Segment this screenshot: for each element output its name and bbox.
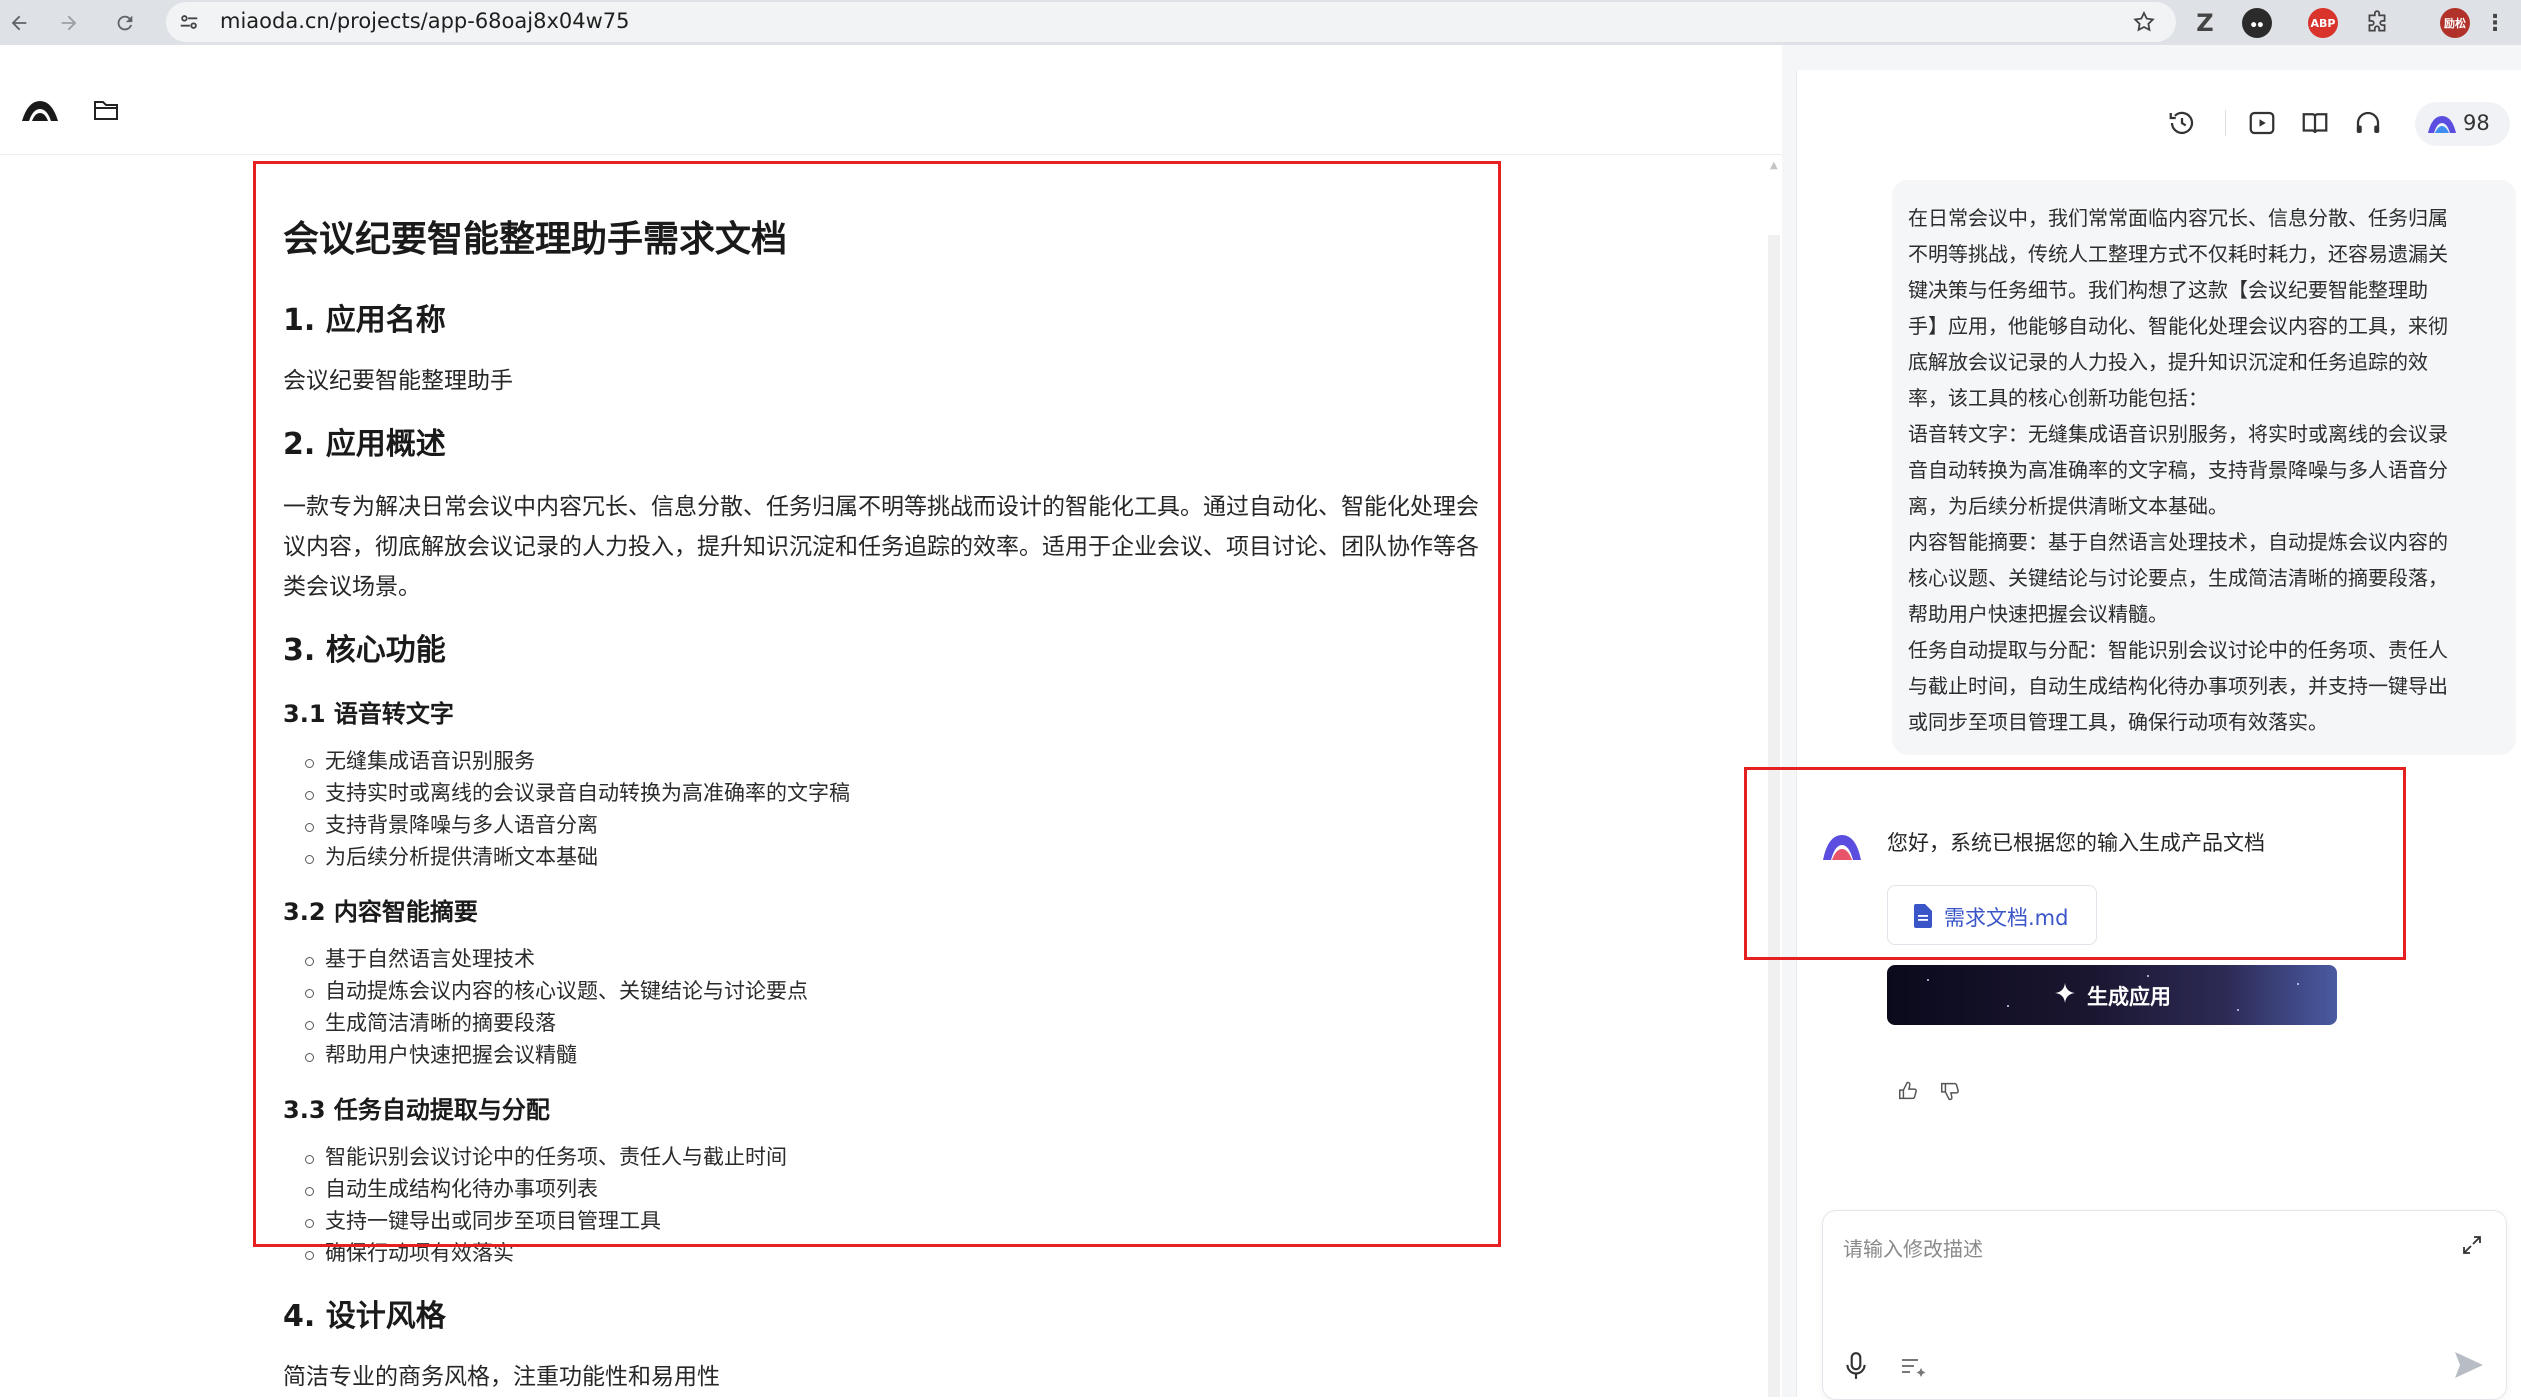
incognito-extension-icon[interactable]	[2242, 8, 2272, 38]
list-item: 智能识别会议讨论中的任务项、责任人与截止时间	[283, 1141, 1493, 1173]
app-name-text: 会议纪要智能整理助手	[283, 368, 513, 394]
url-text: miaoda.cn/projects/app-68oaj8x04w75	[220, 9, 630, 33]
user-message-line: 音自动转换为高准确率的文字稿，支持背景降噪与多人语音分	[1908, 458, 2448, 482]
list-item: 自动生成结构化待办事项列表	[283, 1173, 1493, 1205]
user-message-line: 离，为后续分析提供清晰文本基础。	[1908, 494, 2228, 518]
decorative-star	[2237, 1009, 2239, 1011]
section-heading-core-features: 3. 核心功能	[283, 633, 446, 668]
thumbs-up-icon[interactable]	[1897, 1080, 1919, 1102]
back-button[interactable]	[2, 6, 36, 40]
headset-support-icon[interactable]	[2353, 108, 2383, 138]
arrow-left-icon	[11, 15, 27, 31]
user-message-line: 任务自动提取与分配：智能识别会议讨论中的任务项、责任人	[1908, 638, 2448, 662]
thumbs-down-icon[interactable]	[1939, 1080, 1961, 1102]
adblock-extension-icon[interactable]: ABP	[2308, 8, 2338, 38]
folder-icon[interactable]	[92, 97, 120, 123]
user-message-line: 或同步至项目管理工具，确保行动项有效落实。	[1908, 710, 2328, 734]
assistant-avatar-icon	[1823, 835, 1861, 860]
user-message-line: 核心议题、关键结论与讨论要点，生成简洁清晰的摘要段落，	[1908, 566, 2448, 590]
book-icon[interactable]	[2300, 108, 2330, 138]
extensions-puzzle-icon[interactable]	[2362, 8, 2392, 38]
expand-icon[interactable]	[2460, 1233, 2484, 1257]
design-style-text: 简洁专业的商务风格，注重功能性和易用性	[283, 1364, 720, 1390]
list-item: 支持实时或离线的会议录音自动转换为高准确率的文字稿	[283, 777, 1493, 809]
forward-button[interactable]	[52, 6, 86, 40]
user-message-line: 手】应用，他能够自动化、智能化处理会议内容的工具，来彻	[1908, 314, 2448, 338]
chat-input-box[interactable]: 请输入修改描述	[1822, 1210, 2507, 1400]
credits-count: 98	[2463, 111, 2490, 135]
assistant-message: 您好，系统已根据您的输入生成产品文档	[1887, 831, 2265, 855]
zotero-extension-icon[interactable]: Z	[2190, 8, 2220, 38]
reload-button[interactable]	[108, 6, 142, 40]
toolbar-divider	[2225, 110, 2226, 136]
microphone-icon[interactable]	[1843, 1351, 1869, 1381]
document-scrollbar[interactable]	[1768, 235, 1780, 1397]
overview-text: 一款专为解决日常会议中内容冗长、信息分散、任务归属不明等挑战而设计的智能化工具。…	[283, 494, 1479, 600]
scroll-up-arrow-icon[interactable]: ▲	[1770, 160, 1778, 171]
sparkle-icon	[2055, 983, 2075, 1003]
decorative-star	[2147, 975, 2149, 977]
user-message-line: 与截止时间，自动生成结构化待办事项列表，并支持一键导出	[1908, 674, 2448, 698]
miaoda-logo-icon[interactable]	[20, 97, 60, 123]
reload-icon	[117, 15, 133, 31]
requirements-file-chip[interactable]: 需求文档.md	[1887, 885, 2097, 945]
decorative-star	[1927, 979, 1929, 981]
app-container: ▲ 会议纪要智能整理助手需求文档 1. 应用名称 会议纪要智能整理助手 2. 应…	[0, 45, 2521, 1400]
subsection-heading-task-extraction: 3.3 任务自动提取与分配	[283, 1096, 550, 1124]
miaoda-credit-icon	[2428, 116, 2456, 133]
user-message-bubble: 在日常会议中，我们常常面临内容冗长、信息分散、任务归属 不明等挑战，传统人工整理…	[1892, 180, 2516, 755]
chat-pane: 98 在日常会议中，我们常常面临内容冗长、信息分散、任务归属 不明等挑战，传统人…	[1796, 70, 2521, 1400]
user-message-line: 底解放会议记录的人力投入，提升知识沉淀和任务追踪的效	[1908, 350, 2428, 374]
smart-summary-list: 基于自然语言处理技术 自动提炼会议内容的核心议题、关键结论与讨论要点 生成简洁清…	[283, 943, 1493, 1071]
list-item: 为后续分析提供清晰文本基础	[283, 841, 1493, 873]
subsection-heading-speech-to-text: 3.1 语音转文字	[283, 700, 454, 728]
file-name: 需求文档.md	[1944, 906, 2069, 930]
site-settings-icon[interactable]	[178, 11, 200, 33]
list-item: 帮助用户快速把握会议精髓	[283, 1039, 1493, 1071]
user-message-line: 语音转文字：无缝集成语音识别服务，将实时或离线的会议录	[1908, 422, 2448, 446]
send-icon[interactable]	[2452, 1349, 2486, 1381]
arrow-right-icon	[61, 15, 77, 31]
list-item: 生成简洁清晰的摘要段落	[283, 1007, 1493, 1039]
task-extraction-list: 智能识别会议讨论中的任务项、责任人与截止时间 自动生成结构化待办事项列表 支持一…	[283, 1141, 1493, 1269]
user-message-line: 帮助用户快速把握会议精髓。	[1908, 602, 2168, 626]
requirements-document: 会议纪要智能整理助手需求文档 1. 应用名称 会议纪要智能整理助手 2. 应用概…	[283, 167, 1493, 1397]
profile-avatar[interactable]: 励松	[2440, 8, 2470, 38]
user-message-line: 键决策与任务细节。我们构想了这款【会议纪要智能整理助	[1908, 278, 2428, 302]
section-heading-overview: 2. 应用概述	[283, 427, 446, 462]
user-message-line: 不明等挑战，传统人工整理方式不仅耗时耗力，还容易遗漏关	[1908, 242, 2448, 266]
section-heading-design-style: 4. 设计风格	[283, 1299, 446, 1334]
generate-app-label: 生成应用	[2087, 985, 2171, 1009]
document-pane: ▲ 会议纪要智能整理助手需求文档 1. 应用名称 会议纪要智能整理助手 2. 应…	[0, 45, 1782, 1397]
address-bar[interactable]: miaoda.cn/projects/app-68oaj8x04w75	[166, 2, 2176, 42]
document-header	[0, 45, 1782, 155]
section-heading-app-name: 1. 应用名称	[283, 303, 446, 338]
credits-badge[interactable]: 98	[2415, 102, 2510, 146]
list-item: 支持背景降噪与多人语音分离	[283, 809, 1493, 841]
prompt-optimize-icon[interactable]	[1899, 1354, 1929, 1380]
chat-input-placeholder[interactable]: 请输入修改描述	[1843, 1233, 1983, 1262]
preview-play-icon[interactable]	[2247, 108, 2277, 138]
user-message-line: 在日常会议中，我们常常面临内容冗长、信息分散、任务归属	[1908, 206, 2448, 230]
document-title: 会议纪要智能整理助手需求文档	[283, 219, 788, 260]
history-icon[interactable]	[2167, 108, 2197, 138]
list-item: 支持一键导出或同步至项目管理工具	[283, 1205, 1493, 1237]
subsection-heading-smart-summary: 3.2 内容智能摘要	[283, 898, 478, 926]
decorative-star	[2007, 1005, 2009, 1007]
generate-app-button[interactable]: 生成应用	[1887, 965, 2337, 1025]
decorative-star	[2297, 983, 2299, 985]
browser-menu-icon[interactable]: ⋮	[2480, 8, 2510, 38]
user-message-line: 率，该工具的核心创新功能包括：	[1908, 386, 2208, 410]
bookmark-star-icon[interactable]	[2132, 10, 2156, 34]
list-item: 确保行动项有效落实	[283, 1237, 1493, 1269]
speech-to-text-list: 无缝集成语音识别服务 支持实时或离线的会议录音自动转换为高准确率的文字稿 支持背…	[283, 745, 1493, 873]
document-file-icon	[1914, 904, 1932, 928]
user-message-line: 内容智能摘要：基于自然语言处理技术，自动提炼会议内容的	[1908, 530, 2448, 554]
list-item: 自动提炼会议内容的核心议题、关键结论与讨论要点	[283, 975, 1493, 1007]
list-item: 无缝集成语音识别服务	[283, 745, 1493, 777]
browser-toolbar: miaoda.cn/projects/app-68oaj8x04w75 Z AB…	[0, 0, 2521, 45]
list-item: 基于自然语言处理技术	[283, 943, 1493, 975]
